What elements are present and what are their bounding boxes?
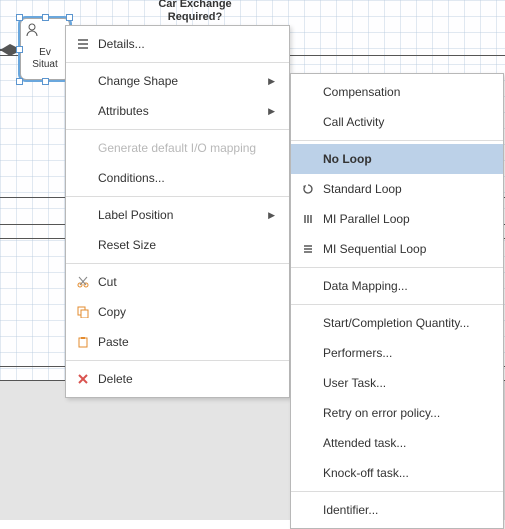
submenu-item-compensation[interactable]: Compensation [291, 77, 503, 107]
menu-label: Generate default I/O mapping [92, 141, 275, 155]
submenu-item-mi-sequential[interactable]: MI Sequential Loop [291, 234, 503, 264]
menu-label: User Task... [317, 376, 489, 390]
menu-item-attributes[interactable]: Attributes ▶ [66, 96, 289, 126]
menu-label: Start/Completion Quantity... [317, 316, 489, 330]
menu-label: Retry on error policy... [317, 406, 489, 420]
menu-label: Standard Loop [317, 182, 489, 196]
menu-label: Cut [92, 275, 275, 289]
chevron-right-icon: ▶ [265, 210, 275, 221]
copy-icon [74, 306, 92, 318]
delete-icon [74, 373, 92, 385]
submenu-item-start-completion[interactable]: Start/Completion Quantity... [291, 308, 503, 338]
diagram-canvas[interactable]: Car Exchange Required? Ev Situat Ex Deta… [0, 0, 505, 520]
menu-label: Compensation [317, 85, 489, 99]
submenu-attributes: Compensation Call Activity No Loop Stand… [290, 73, 504, 529]
menu-item-generate-io: Generate default I/O mapping [66, 133, 289, 163]
menu-label: Attributes [92, 104, 265, 118]
menu-label: Delete [92, 372, 275, 386]
menu-item-delete[interactable]: Delete [66, 364, 289, 394]
decision-label: Car Exchange Required? [140, 0, 250, 24]
menu-item-reset-size[interactable]: Reset Size [66, 230, 289, 260]
task-label-2: Situat [32, 59, 58, 70]
menu-label: Paste [92, 335, 275, 349]
paste-icon [74, 336, 92, 348]
menu-item-details[interactable]: Details... [66, 29, 289, 59]
chevron-right-icon: ▶ [265, 106, 275, 117]
submenu-item-attended[interactable]: Attended task... [291, 428, 503, 458]
submenu-item-knockoff[interactable]: Knock-off task... [291, 458, 503, 488]
submenu-item-identifier[interactable]: Identifier... [291, 495, 503, 525]
context-menu: Details... Change Shape ▶ Attributes ▶ G… [65, 25, 290, 398]
submenu-item-performers[interactable]: Performers... [291, 338, 503, 368]
menu-item-label-position[interactable]: Label Position ▶ [66, 200, 289, 230]
loop-icon [299, 183, 317, 195]
submenu-item-mi-parallel[interactable]: MI Parallel Loop [291, 204, 503, 234]
submenu-item-call-activity[interactable]: Call Activity [291, 107, 503, 137]
menu-label: Conditions... [92, 171, 275, 185]
submenu-item-user-task[interactable]: User Task... [291, 368, 503, 398]
menu-label: Details... [92, 37, 275, 51]
menu-label: MI Sequential Loop [317, 242, 489, 256]
menu-label: Identifier... [317, 503, 489, 517]
chevron-right-icon: ▶ [265, 76, 275, 87]
cut-icon [74, 276, 92, 288]
menu-label: Attended task... [317, 436, 489, 450]
submenu-item-standard-loop[interactable]: Standard Loop [291, 174, 503, 204]
details-icon [74, 38, 92, 50]
user-icon [25, 23, 39, 37]
sequential-icon [299, 243, 317, 255]
menu-label: No Loop [317, 152, 489, 166]
menu-label: Performers... [317, 346, 489, 360]
menu-item-change-shape[interactable]: Change Shape ▶ [66, 66, 289, 96]
task-label-1: Ev [39, 47, 51, 58]
menu-item-copy[interactable]: Copy [66, 297, 289, 327]
task-node[interactable]: Ev Situat [20, 18, 70, 80]
menu-item-cut[interactable]: Cut [66, 267, 289, 297]
submenu-item-retry[interactable]: Retry on error policy... [291, 398, 503, 428]
menu-item-paste[interactable]: Paste [66, 327, 289, 357]
submenu-item-data-mapping[interactable]: Data Mapping... [291, 271, 503, 301]
menu-label: MI Parallel Loop [317, 212, 489, 226]
menu-item-conditions[interactable]: Conditions... [66, 163, 289, 193]
menu-label: Copy [92, 305, 275, 319]
menu-label: Change Shape [92, 74, 265, 88]
menu-label: Call Activity [317, 115, 489, 129]
menu-label: Label Position [92, 208, 265, 222]
menu-label: Knock-off task... [317, 466, 489, 480]
menu-label: Reset Size [92, 238, 275, 252]
parallel-icon [299, 213, 317, 225]
submenu-item-no-loop[interactable]: No Loop [291, 144, 503, 174]
menu-label: Data Mapping... [317, 279, 489, 293]
